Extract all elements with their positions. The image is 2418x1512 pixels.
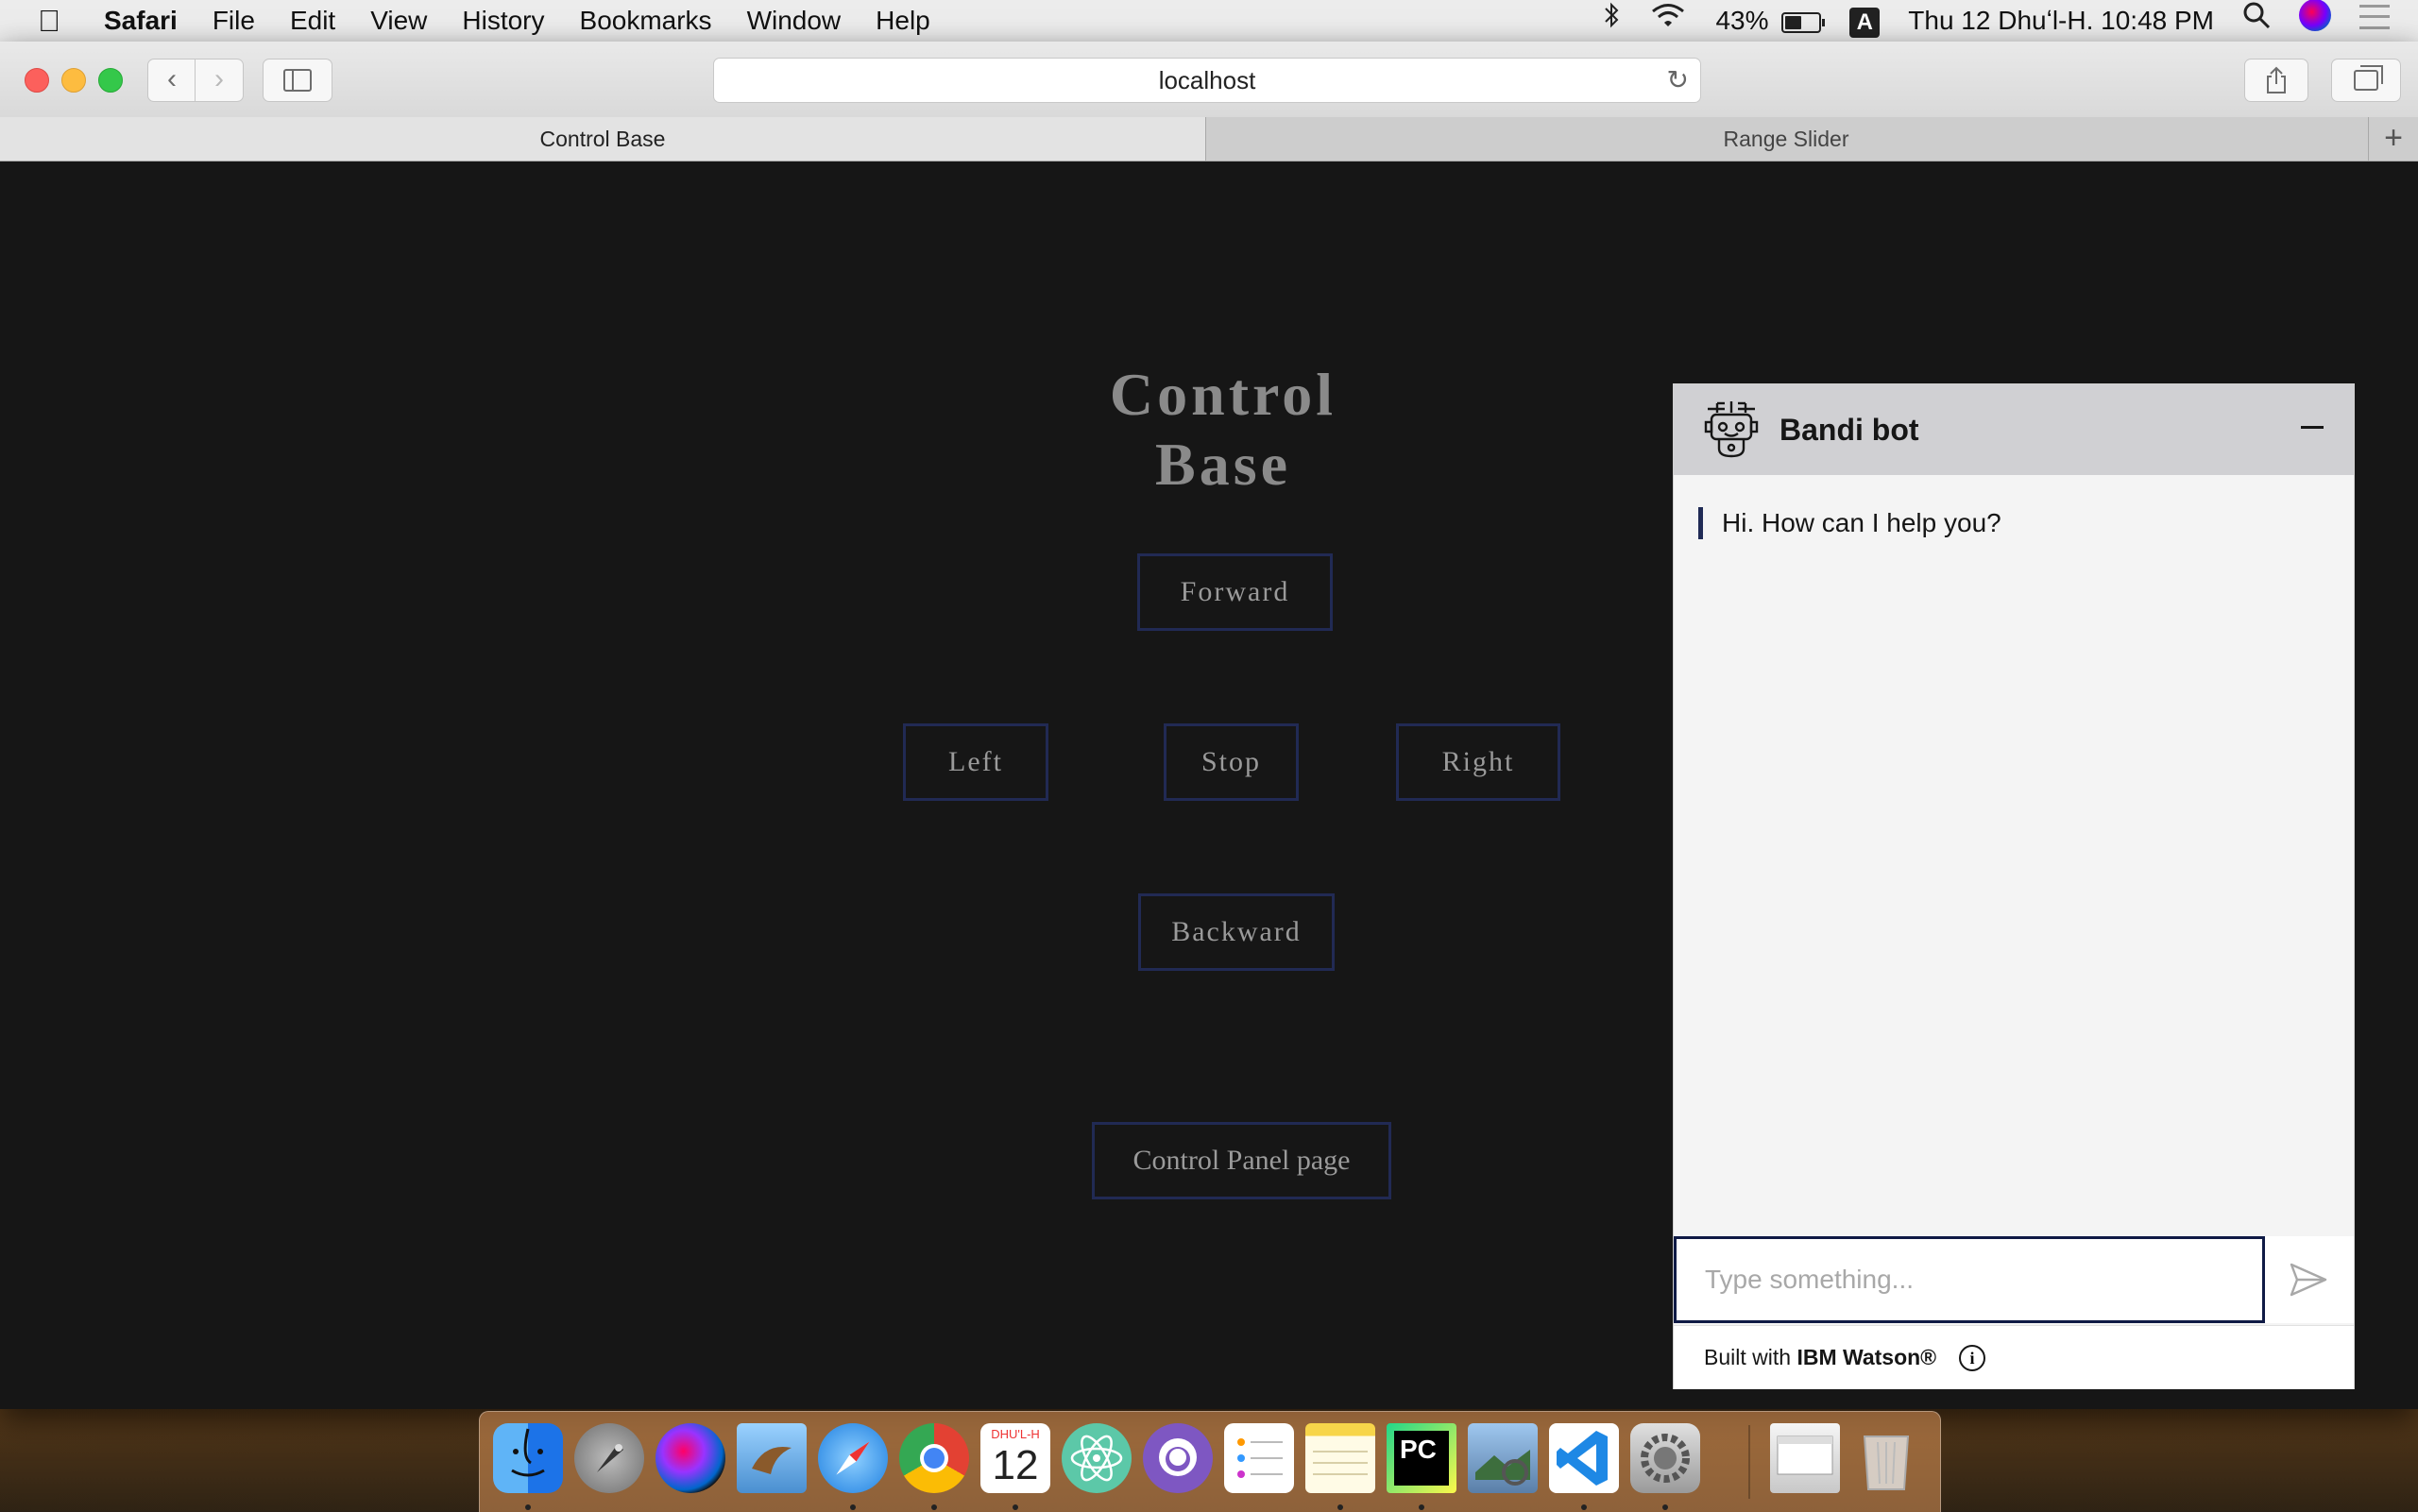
close-window-button[interactable] [25,68,49,93]
right-button[interactable]: Right [1396,723,1560,801]
tab-bar: Control Base Range Slider + [0,117,2418,161]
safari-window: ‹ › localhost ↻ Control Base Range Slide… [0,42,2418,1409]
tabs-overview-icon [2354,65,2383,92]
chat-bot-name: Bandi bot [1779,413,1919,447]
sidebar-icon [283,69,312,93]
new-tab-plus-icon[interactable]: + [2368,117,2418,161]
share-button[interactable] [2244,59,2308,102]
send-icon[interactable] [2288,1259,2329,1300]
menu-bar:  Safari File Edit View History Bookmark… [0,0,2418,42]
apple-menu-icon[interactable]:  [38,0,72,42]
safari-dock-icon[interactable] [818,1423,888,1493]
backward-button[interactable]: Backward [1138,893,1335,971]
wifi-icon[interactable] [1649,0,1687,42]
menu-bookmarks[interactable]: Bookmarks [580,0,712,42]
launchpad-icon[interactable] [574,1423,644,1493]
trash-icon[interactable] [1851,1423,1921,1493]
calendar-day: 12 [992,1442,1039,1488]
battery-percent: 43% [1715,6,1769,35]
siri-icon[interactable] [2299,0,2331,43]
reload-icon[interactable]: ↻ [1667,59,1689,102]
pycharm-icon[interactable]: PC [1387,1423,1456,1493]
battery-status[interactable]: 43% [1715,0,1826,42]
vscode-icon[interactable] [1549,1423,1619,1493]
show-sidebar-button[interactable] [263,59,332,102]
control-panel-page-button[interactable]: Control Panel page [1092,1122,1391,1199]
left-button[interactable]: Left [903,723,1048,801]
chat-message-input[interactable] [1674,1236,2265,1323]
chevron-right-icon: › [214,63,224,94]
address-bar[interactable]: localhost ↻ [713,58,1701,103]
atom-icon[interactable] [1062,1423,1132,1493]
menu-file[interactable]: File [213,0,255,42]
stop-button[interactable]: Stop [1164,723,1299,801]
dock: DHU'L-H 12 PC [479,1411,1941,1512]
reminders-icon[interactable] [1224,1423,1294,1493]
menu-view[interactable]: View [370,0,427,42]
chat-widget: Bandi bot Hi. How can I help you? Built … [1674,384,2354,1389]
spotlight-search-icon[interactable] [2242,0,2271,42]
tab-control-base[interactable]: Control Base [0,117,1206,161]
notification-center-icon[interactable] [2359,0,2390,42]
calendar-month: DHU'L-H [991,1427,1040,1441]
page-content: Control Base Forward Left Stop Right Bac… [0,161,2418,1409]
dock-separator [1748,1425,1750,1499]
menu-edit[interactable]: Edit [290,0,335,42]
menu-history[interactable]: History [462,0,544,42]
status-area: 43% A Thu 12 Dhuʻl-H. 10:48 PM [1602,0,2418,42]
pycharm-label: PC [1400,1435,1437,1464]
ibm-watson-brand: IBM Watson® [1796,1345,1937,1369]
chat-message-bot: Hi. How can I help you? [1698,507,2001,539]
siri-dock-icon[interactable] [656,1423,725,1493]
show-all-tabs-button[interactable] [2331,59,2401,102]
menu-help[interactable]: Help [876,0,930,42]
menu-window[interactable]: Window [747,0,842,42]
minimize-chat-icon[interactable] [2301,426,2324,429]
chevron-left-icon: ‹ [167,63,177,94]
menu-app-safari[interactable]: Safari [104,0,178,42]
preview-icon[interactable] [1468,1423,1538,1493]
share-icon [2267,66,2286,94]
built-with-text: Built with IBM Watson® [1704,1345,1937,1369]
back-button[interactable]: ‹ [147,59,196,102]
battery-icon [1781,11,1826,33]
chat-footer: Built with IBM Watson® i [1674,1325,2354,1389]
chat-input-row [1674,1236,2354,1323]
finder-icon[interactable] [493,1423,563,1493]
page-title: Control Base [1109,361,1337,498]
mail-icon[interactable] [737,1423,807,1493]
calendar-icon[interactable]: DHU'L-H 12 [980,1423,1050,1493]
tab-range-slider[interactable]: Range Slider [1206,117,2366,161]
zoom-window-button[interactable] [98,68,123,93]
chat-header: Bandi bot [1674,384,2354,475]
url-text: localhost [1158,66,1256,94]
menubar-clock[interactable]: Thu 12 Dhuʻl-H. 10:48 PM [1908,0,2214,42]
downloads-stack-icon[interactable] [1770,1423,1840,1493]
robot-avatar-icon [1704,401,1759,458]
input-source-icon[interactable]: A [1849,0,1881,42]
minimize-window-button[interactable] [61,68,86,93]
forward-nav-button[interactable]: › [195,59,244,102]
system-preferences-icon[interactable] [1630,1423,1700,1493]
forward-button[interactable]: Forward [1137,553,1333,631]
info-icon[interactable]: i [1959,1345,1985,1371]
chrome-icon[interactable] [899,1423,969,1493]
github-desktop-icon[interactable] [1143,1423,1213,1493]
notes-icon[interactable] [1305,1423,1375,1493]
browser-toolbar: ‹ › localhost ↻ [0,42,2418,118]
bluetooth-icon[interactable] [1602,0,1621,42]
